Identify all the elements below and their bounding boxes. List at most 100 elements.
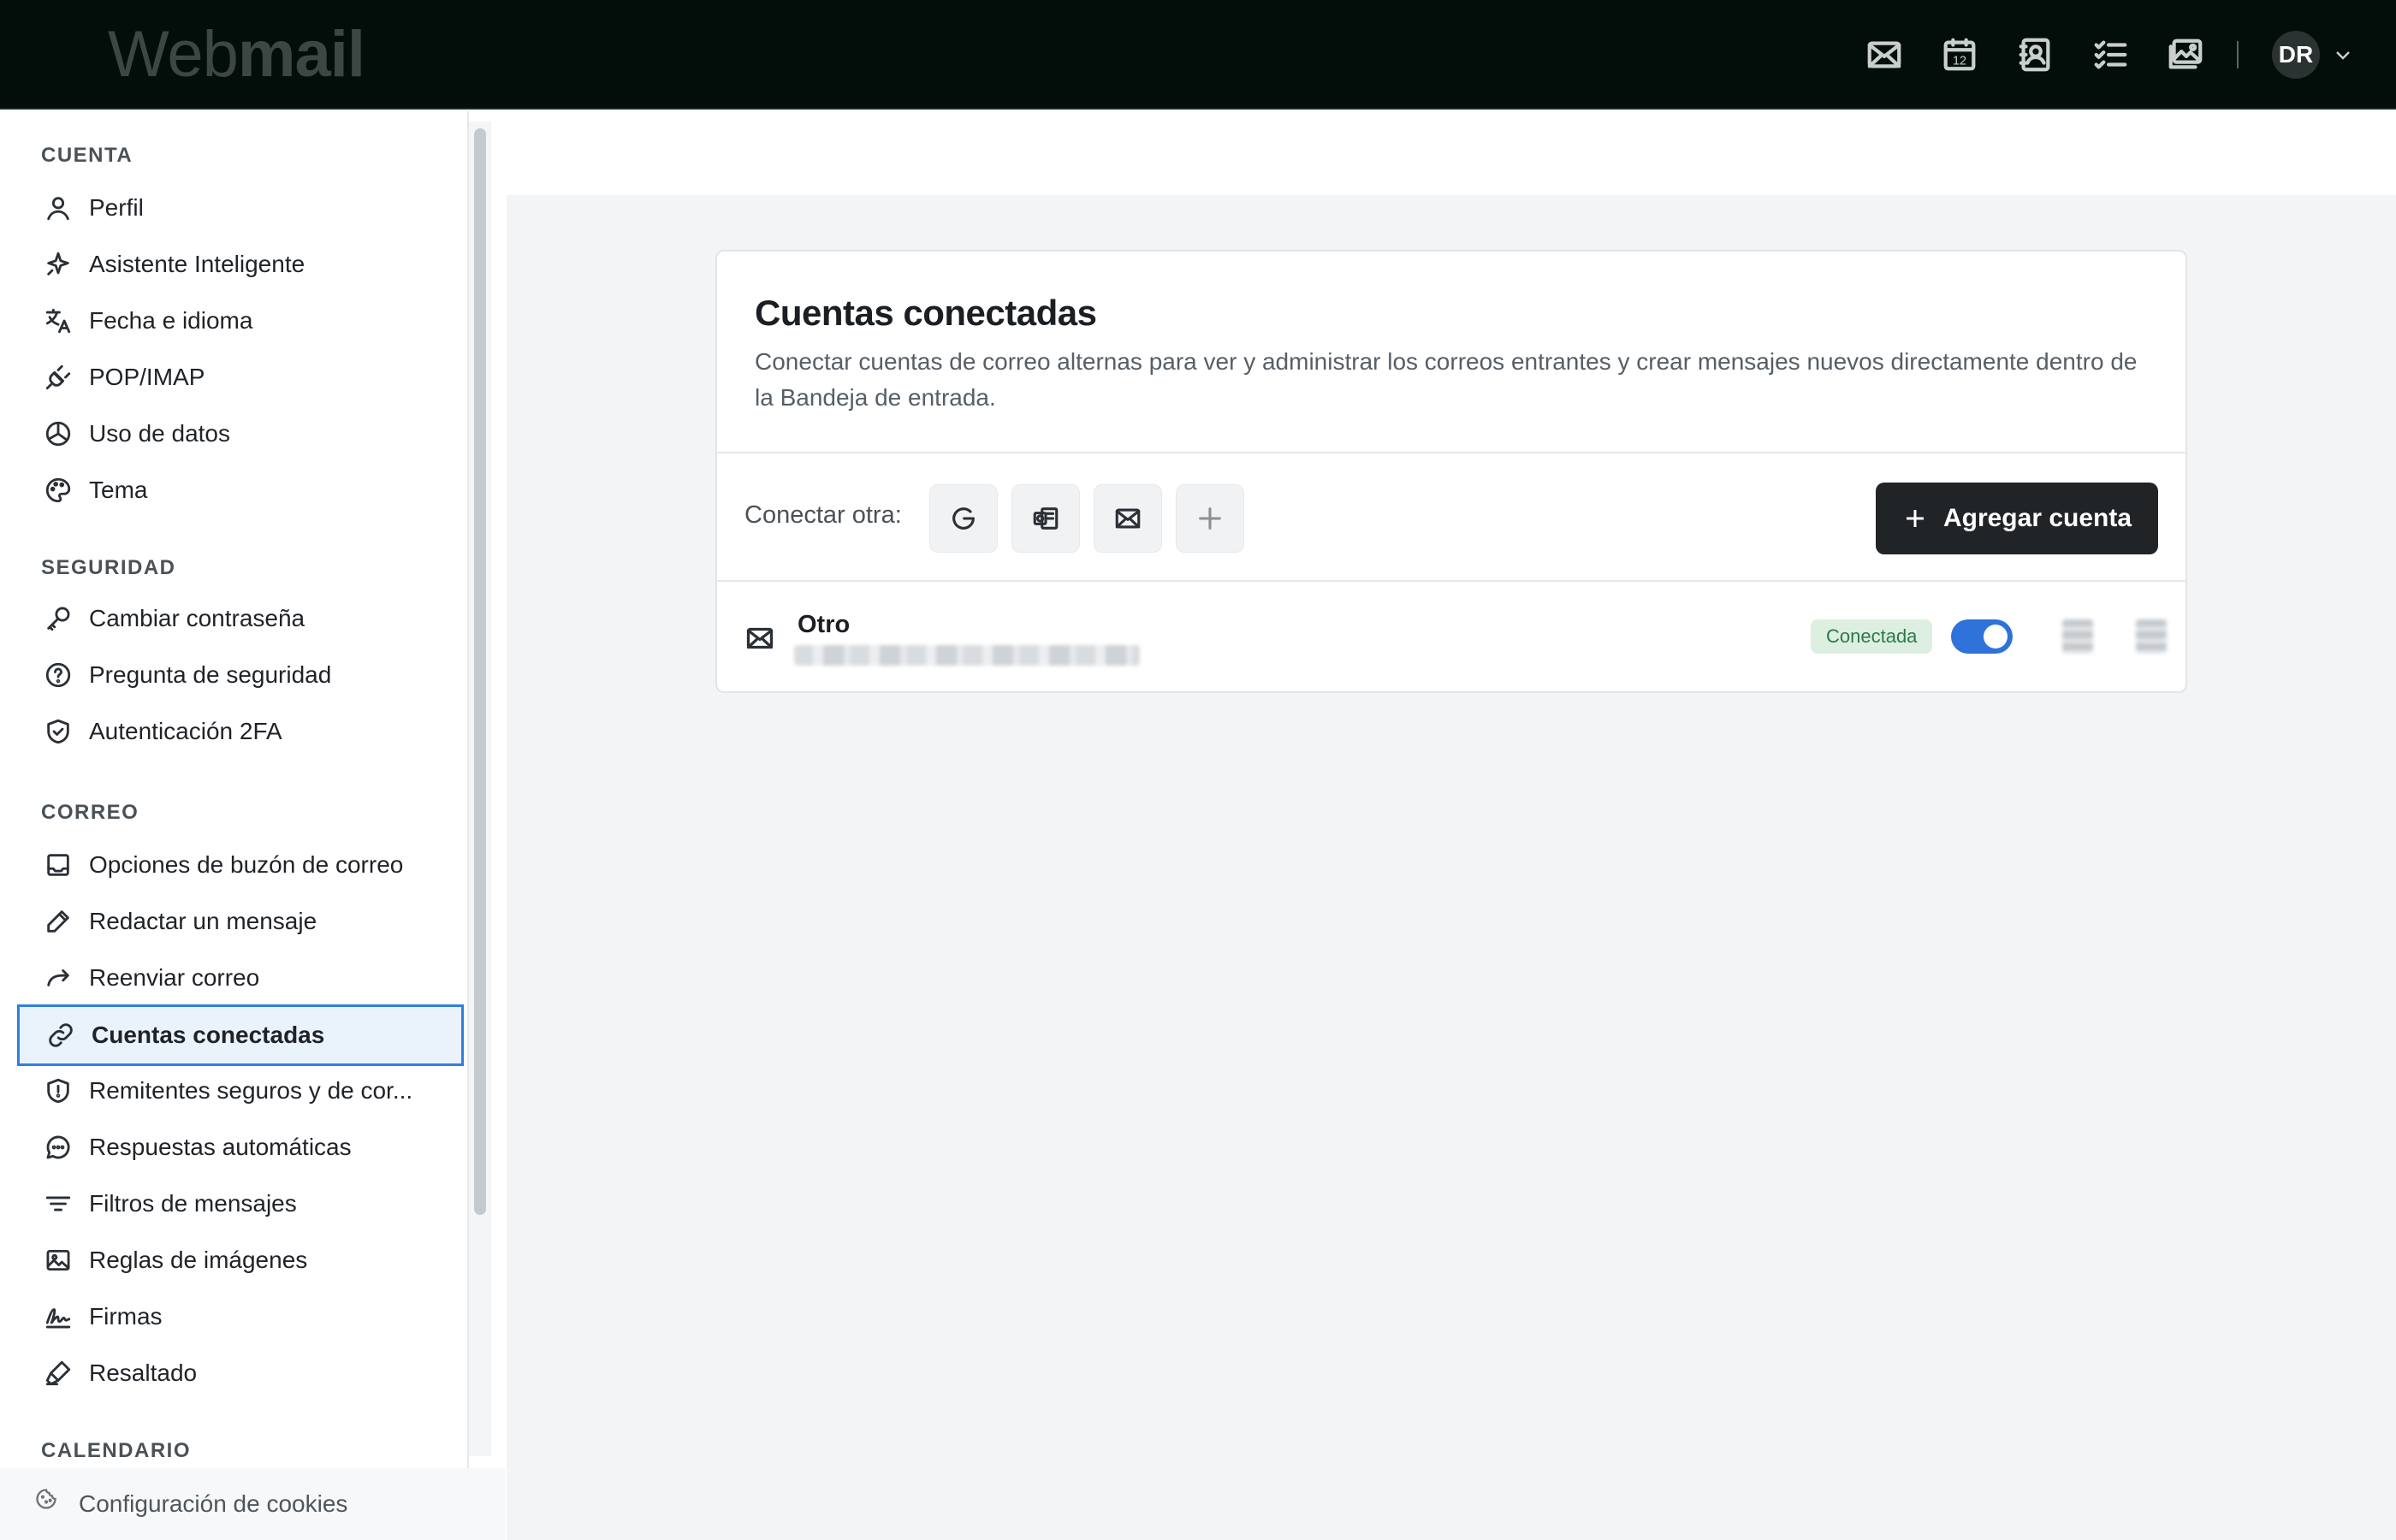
svg-text:12: 12 <box>1953 55 1966 68</box>
sidebar-item-label: Tema <box>89 477 148 503</box>
sidebar-item-label: Asistente Inteligente <box>89 251 305 277</box>
sidebar-item-pop-imap[interactable]: POP/IMAP <box>19 349 464 406</box>
pencil-icon <box>43 906 74 937</box>
connect-mail-button[interactable] <box>1094 484 1162 553</box>
outlook-icon <box>1033 507 1059 530</box>
pie-chart-icon <box>43 418 74 449</box>
sidebar-item-security-question[interactable]: Pregunta de seguridad <box>19 647 464 703</box>
edit-account-button[interactable] <box>2059 618 2096 655</box>
shield-alert-icon <box>43 1075 74 1106</box>
sidebar-item-label: Firmas <box>89 1303 163 1330</box>
sidebar-item-theme[interactable]: Tema <box>19 462 464 518</box>
top-bar: Webmail 12 DR <box>0 0 2396 110</box>
sidebar-item-label: Opciones de buzón de correo <box>89 851 404 878</box>
cookie-settings-label: Configuración de cookies <box>79 1490 348 1517</box>
section-title-mail: CORREO <box>41 801 139 824</box>
sparkle-icon <box>43 249 74 280</box>
plus-icon <box>1199 507 1221 530</box>
sidebar-item-signatures[interactable]: Firmas <box>19 1288 464 1345</box>
connect-other-button[interactable] <box>1176 484 1244 553</box>
plus-icon <box>1906 510 1924 527</box>
sidebar-item-image-rules[interactable]: Reglas de imágenes <box>19 1232 464 1288</box>
trash-icon <box>2136 619 2167 654</box>
page-title: Cuentas conectadas <box>755 293 1097 333</box>
section-title-account: CUENTA <box>41 144 133 167</box>
account-name: Otro <box>798 611 851 638</box>
sidebar-item-label: Cuentas conectadas <box>92 1022 325 1048</box>
app-logo[interactable]: Webmail <box>108 21 365 89</box>
sidebar-item-label: Reenviar correo <box>89 964 260 991</box>
sidebar-item-message-filters[interactable]: Filtros de mensajes <box>19 1176 464 1232</box>
connected-accounts-card: Cuentas conectadas Conectar cuentas de c… <box>715 250 2187 693</box>
question-icon <box>43 660 74 690</box>
mail-icon <box>1115 508 1141 529</box>
sidebar-item-change-password[interactable]: Cambiar contraseña <box>19 590 464 647</box>
translate-icon <box>43 305 74 336</box>
plug-icon <box>43 362 74 393</box>
avatar[interactable]: DR <box>2272 31 2320 79</box>
mail-icon[interactable] <box>1862 33 1907 77</box>
sidebar-item-2fa[interactable]: Autenticación 2FA <box>19 703 464 760</box>
connect-outlook-button[interactable] <box>1011 484 1080 553</box>
sidebar-item-compose[interactable]: Redactar un mensaje <box>19 893 464 950</box>
sidebar-item-label: Filtros de mensajes <box>89 1190 297 1217</box>
sidebar-item-date-language[interactable]: Fecha e idioma <box>19 293 464 349</box>
sidebar-item-forward-mail[interactable]: Reenviar correo <box>19 950 464 1006</box>
sidebar-item-label: Reglas de imágenes <box>89 1247 308 1273</box>
sidebar-item-label: POP/IMAP <box>89 364 205 390</box>
section-title-calendar: CALENDARIO <box>41 1439 191 1462</box>
sidebar-item-label: Cambiar contraseña <box>89 605 305 631</box>
sidebar-item-profile[interactable]: Perfil <box>19 180 464 236</box>
calendar-icon[interactable]: 12 <box>1937 33 1982 77</box>
palette-icon <box>43 475 74 506</box>
sidebar-scrollbar[interactable] <box>474 128 486 1215</box>
sidebar-item-label: Remitentes seguros y de cor... <box>89 1077 413 1104</box>
shield-check-icon <box>43 716 74 747</box>
sidebar-item-data-usage[interactable]: Uso de datos <box>19 406 464 462</box>
sidebar-item-auto-replies[interactable]: Respuestas automáticas <box>19 1119 464 1176</box>
sidebar-item-mailbox-options[interactable]: Opciones de buzón de correo <box>19 837 464 893</box>
toggle-knob <box>1984 625 2008 649</box>
sidebar-item-smart-assistant[interactable]: Asistente Inteligente <box>19 236 464 293</box>
key-icon <box>43 603 74 634</box>
chevron-down-icon[interactable] <box>2333 44 2353 65</box>
image-icon <box>43 1245 74 1276</box>
status-badge: Conectada <box>1811 619 1933 654</box>
filter-icon <box>43 1188 74 1219</box>
forward-icon <box>43 962 74 993</box>
connect-other-label: Conectar otra: <box>744 501 902 529</box>
sidebar-item-label: Uso de datos <box>89 420 230 447</box>
sidebar-item-label: Fecha e idioma <box>89 307 253 334</box>
tasks-icon[interactable] <box>2088 33 2132 77</box>
connect-google-button[interactable] <box>929 484 998 553</box>
settings-sidebar: CUENTA Perfil Asistente Inteligente Fech… <box>0 111 469 1540</box>
sidebar-item-connected-accounts[interactable]: Cuentas conectadas <box>17 1004 464 1066</box>
user-icon <box>43 192 74 223</box>
photos-icon[interactable] <box>2163 33 2208 77</box>
page-description: Conectar cuentas de correo alternas para… <box>755 348 2138 411</box>
toolbar-divider <box>2237 41 2239 68</box>
account-enabled-toggle[interactable] <box>1951 619 2013 654</box>
link-icon <box>45 1020 76 1051</box>
contacts-icon[interactable] <box>2013 33 2057 77</box>
add-account-label: Agregar cuenta <box>1942 504 2132 532</box>
sidebar-item-label: Autenticación 2FA <box>89 718 282 744</box>
delete-account-button[interactable] <box>2132 618 2170 655</box>
sidebar-item-safe-senders[interactable]: Remitentes seguros y de cor... <box>19 1063 464 1119</box>
sidebar-item-label: Pregunta de seguridad <box>89 661 332 688</box>
mail-icon <box>744 623 775 654</box>
divider <box>717 580 2185 582</box>
edit-icon <box>2062 619 2093 654</box>
account-email-redacted <box>794 645 1140 666</box>
chat-icon <box>43 1132 74 1163</box>
sidebar-item-highlighting[interactable]: Resaltado <box>19 1345 464 1401</box>
divider <box>717 452 2185 453</box>
add-account-button[interactable]: Agregar cuenta <box>1876 483 2158 554</box>
highlighter-icon <box>43 1358 74 1389</box>
signature-icon <box>43 1301 74 1332</box>
sidebar-item-label: Perfil <box>89 194 144 221</box>
google-icon <box>952 507 975 530</box>
section-title-security: SEGURIDAD <box>41 556 176 579</box>
cookie-settings-link[interactable]: Configuración de cookies <box>0 1468 505 1540</box>
sidebar-item-label: Redactar un mensaje <box>89 908 317 934</box>
